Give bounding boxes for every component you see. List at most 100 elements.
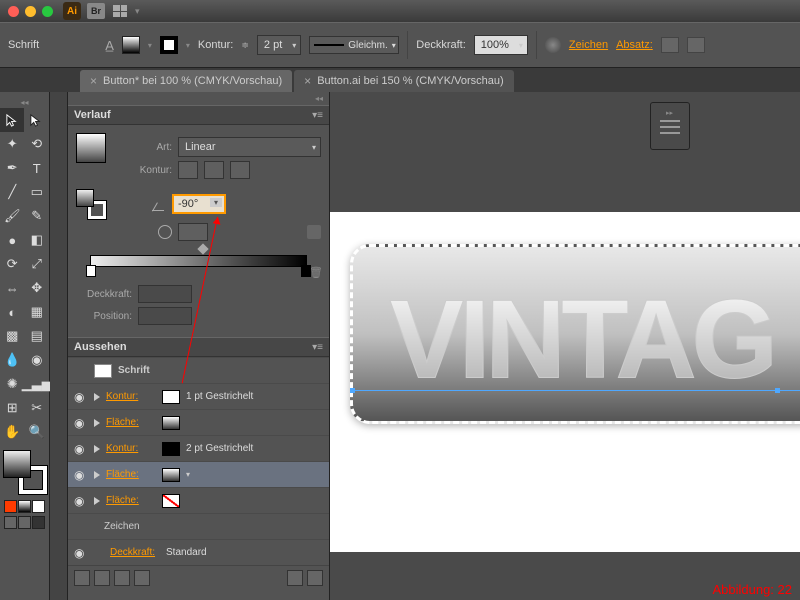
expand-icon[interactable] (94, 393, 100, 401)
appearance-row-selected[interactable]: ◉ Fläche: ▾ (68, 461, 329, 487)
gradient-slider[interactable]: 🗑 (80, 249, 317, 277)
align-center-icon[interactable] (687, 37, 705, 53)
artboard-tool[interactable]: ⊞ (0, 396, 24, 420)
gradient-panel-header[interactable]: Verlauf ▾≡ (68, 105, 329, 125)
eraser-tool[interactable]: ◧ (25, 228, 49, 252)
new-fill-icon[interactable] (94, 570, 110, 586)
stroke-weight-dropdown[interactable]: 2 pt (257, 35, 301, 55)
new-stroke-icon[interactable] (74, 570, 90, 586)
line-tool[interactable]: ╱ (0, 180, 24, 204)
free-transform-tool[interactable]: ✥ (25, 276, 49, 300)
pencil-tool[interactable]: ✎ (25, 204, 49, 228)
window-close-icon[interactable] (8, 6, 19, 17)
expand-icon[interactable] (94, 497, 100, 505)
color-mode-switches[interactable] (0, 500, 49, 513)
screen-mode-icon[interactable] (4, 516, 17, 529)
none-mode-icon[interactable] (32, 500, 45, 513)
gradient-tool[interactable]: ▤ (25, 324, 49, 348)
appearance-row[interactable]: ◉ Fläche: (68, 487, 329, 513)
recolor-icon[interactable] (545, 37, 561, 53)
vintage-text-artwork[interactable]: VINTAG (390, 276, 773, 403)
shape-builder-tool[interactable]: ◐ (0, 300, 24, 324)
appearance-characters-row[interactable]: Zeichen (68, 513, 329, 539)
stop-position-input[interactable] (138, 307, 192, 325)
blob-brush-tool[interactable]: ● (0, 228, 24, 252)
panel-strip[interactable] (50, 92, 68, 600)
attr-swatch[interactable] (162, 416, 180, 430)
gradient-angle-input[interactable]: -90° (172, 194, 226, 214)
appearance-target-row[interactable]: Schrift (68, 357, 329, 383)
direct-selection-tool[interactable] (25, 108, 49, 132)
rotate-tool[interactable]: ⟳ (0, 252, 24, 276)
delete-stop-icon[interactable]: 🗑 (309, 266, 323, 279)
appearance-row[interactable]: ◉ Kontur: 1 pt Gestrichelt (68, 383, 329, 409)
attr-swatch[interactable] (162, 442, 180, 456)
perspective-tool[interactable]: ▦ (25, 300, 49, 324)
visibility-icon[interactable]: ◉ (74, 442, 88, 456)
paragraph-panel-link[interactable]: Absatz: (616, 39, 653, 51)
new-effect-icon[interactable] (114, 570, 130, 586)
visibility-icon[interactable]: ◉ (74, 468, 88, 482)
character-panel-link[interactable]: Zeichen (569, 39, 608, 51)
aspect-ratio-input[interactable] (178, 223, 208, 241)
collapsed-panel-dock[interactable]: ▸▸ (650, 102, 690, 150)
screen-mode-icon[interactable] (32, 516, 45, 529)
width-tool[interactable]: ⇔ (0, 276, 24, 300)
reverse-gradient-icon[interactable] (307, 225, 321, 239)
gradient-mode-icon[interactable] (18, 500, 31, 513)
stop-opacity-input[interactable] (138, 285, 192, 303)
attr-swatch[interactable] (162, 468, 180, 482)
align-left-icon[interactable] (661, 37, 679, 53)
stroke-profile-dropdown[interactable]: Gleichm.▾ (309, 36, 399, 54)
expand-icon[interactable] (94, 471, 100, 479)
expand-icon[interactable]: ▸▸ (666, 109, 674, 117)
stroke-gradient-within-icon[interactable] (178, 161, 198, 179)
visibility-icon[interactable]: ◉ (74, 494, 88, 508)
appearance-row[interactable]: ◉ Fläche: (68, 409, 329, 435)
screen-mode-icon[interactable] (18, 516, 31, 529)
panel-collapse-icon[interactable]: ◂◂ (68, 92, 329, 105)
slice-tool[interactable]: ✂ (25, 396, 49, 420)
visibility-icon[interactable]: ◉ (74, 416, 88, 430)
rectangle-tool[interactable]: ▭ (25, 180, 49, 204)
bridge-icon[interactable]: Br (87, 3, 105, 19)
blend-tool[interactable]: ◉ (25, 348, 49, 372)
graph-tool[interactable]: ▁▃▅ (25, 372, 49, 396)
expand-icon[interactable] (94, 419, 100, 427)
doc-tab-2[interactable]: × Button.ai bei 150 % (CMYK/Vorschau) (294, 70, 514, 92)
opacity-dropdown[interactable]: 100% (474, 35, 528, 55)
gradient-preview-swatch[interactable] (76, 133, 106, 163)
stroke-swatch[interactable] (160, 36, 178, 54)
lasso-tool[interactable]: ⟲ (25, 132, 49, 156)
attr-swatch[interactable] (162, 390, 180, 404)
appearance-panel-header[interactable]: Aussehen ▾≡ (68, 337, 329, 357)
expand-icon[interactable] (94, 445, 100, 453)
scale-tool[interactable]: ⤢ (25, 252, 49, 276)
color-mode-icon[interactable] (4, 500, 17, 513)
paintbrush-tool[interactable]: 🖌 (0, 204, 24, 228)
clear-icon[interactable] (134, 570, 150, 586)
fill-swatch[interactable] (122, 36, 140, 54)
visibility-icon[interactable]: ◉ (74, 546, 88, 560)
char-icon[interactable]: A̲ (105, 38, 114, 53)
zoom-tool[interactable]: 🔍 (25, 420, 49, 444)
magic-wand-tool[interactable]: ✦ (0, 132, 24, 156)
attr-swatch[interactable] (162, 494, 180, 508)
close-icon[interactable]: × (304, 74, 311, 88)
type-tool[interactable]: T (25, 156, 49, 180)
panel-menu-icon[interactable]: ▾≡ (312, 342, 323, 353)
doc-tab-1[interactable]: × Button* bei 100 % (CMYK/Vorschau) (80, 70, 292, 92)
window-minimize-icon[interactable] (25, 6, 36, 17)
fill-stroke-control[interactable] (3, 450, 47, 494)
stroke-gradient-across-icon[interactable] (230, 161, 250, 179)
visibility-icon[interactable]: ◉ (74, 390, 88, 404)
panel-collapse-icon[interactable]: ◂◂ (0, 98, 49, 108)
stroke-gradient-along-icon[interactable] (204, 161, 224, 179)
close-icon[interactable]: × (90, 74, 97, 88)
eyedropper-tool[interactable]: 💧 (0, 348, 24, 372)
symbol-sprayer-tool[interactable]: ✺ (0, 372, 24, 396)
canvas[interactable]: ▸▸ VINTAG Abbildung: 22 (330, 92, 800, 600)
pen-tool[interactable]: ✒ (0, 156, 24, 180)
duplicate-icon[interactable] (287, 570, 303, 586)
selection-tool[interactable] (0, 108, 24, 132)
